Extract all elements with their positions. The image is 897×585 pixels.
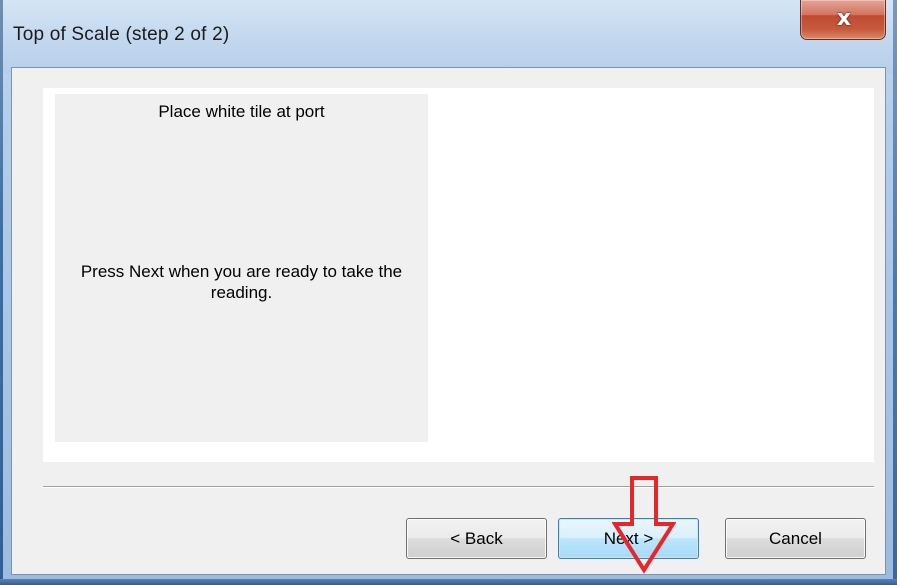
instruction-text-press-next: Press Next when you are ready to take th…: [80, 262, 403, 302]
dialog-window: Top of Scale (step 2 of 2) x Place white…: [3, 0, 893, 579]
down-arrow-annotation-icon: [612, 476, 676, 574]
instruction-text-place-tile: Place white tile at port: [158, 102, 325, 121]
wizard-content-area: Place white tile at port Press Next when…: [43, 88, 874, 462]
window-title: Top of Scale (step 2 of 2): [13, 24, 230, 45]
window-edge-right: [893, 0, 897, 585]
title-bar[interactable]: Top of Scale (step 2 of 2) x: [3, 0, 893, 74]
dialog-body: Place white tile at port Press Next when…: [11, 67, 886, 575]
close-button[interactable]: x: [800, 0, 886, 40]
window-edge-bottom: [0, 579, 897, 585]
close-icon: x: [836, 6, 852, 31]
screenshot: Top of Scale (step 2 of 2) x Place white…: [0, 0, 897, 585]
button-separator: [43, 486, 874, 488]
cancel-button[interactable]: Cancel: [725, 518, 866, 559]
instruction-panel: Place white tile at port Press Next when…: [55, 94, 428, 442]
back-button[interactable]: < Back: [406, 518, 547, 559]
